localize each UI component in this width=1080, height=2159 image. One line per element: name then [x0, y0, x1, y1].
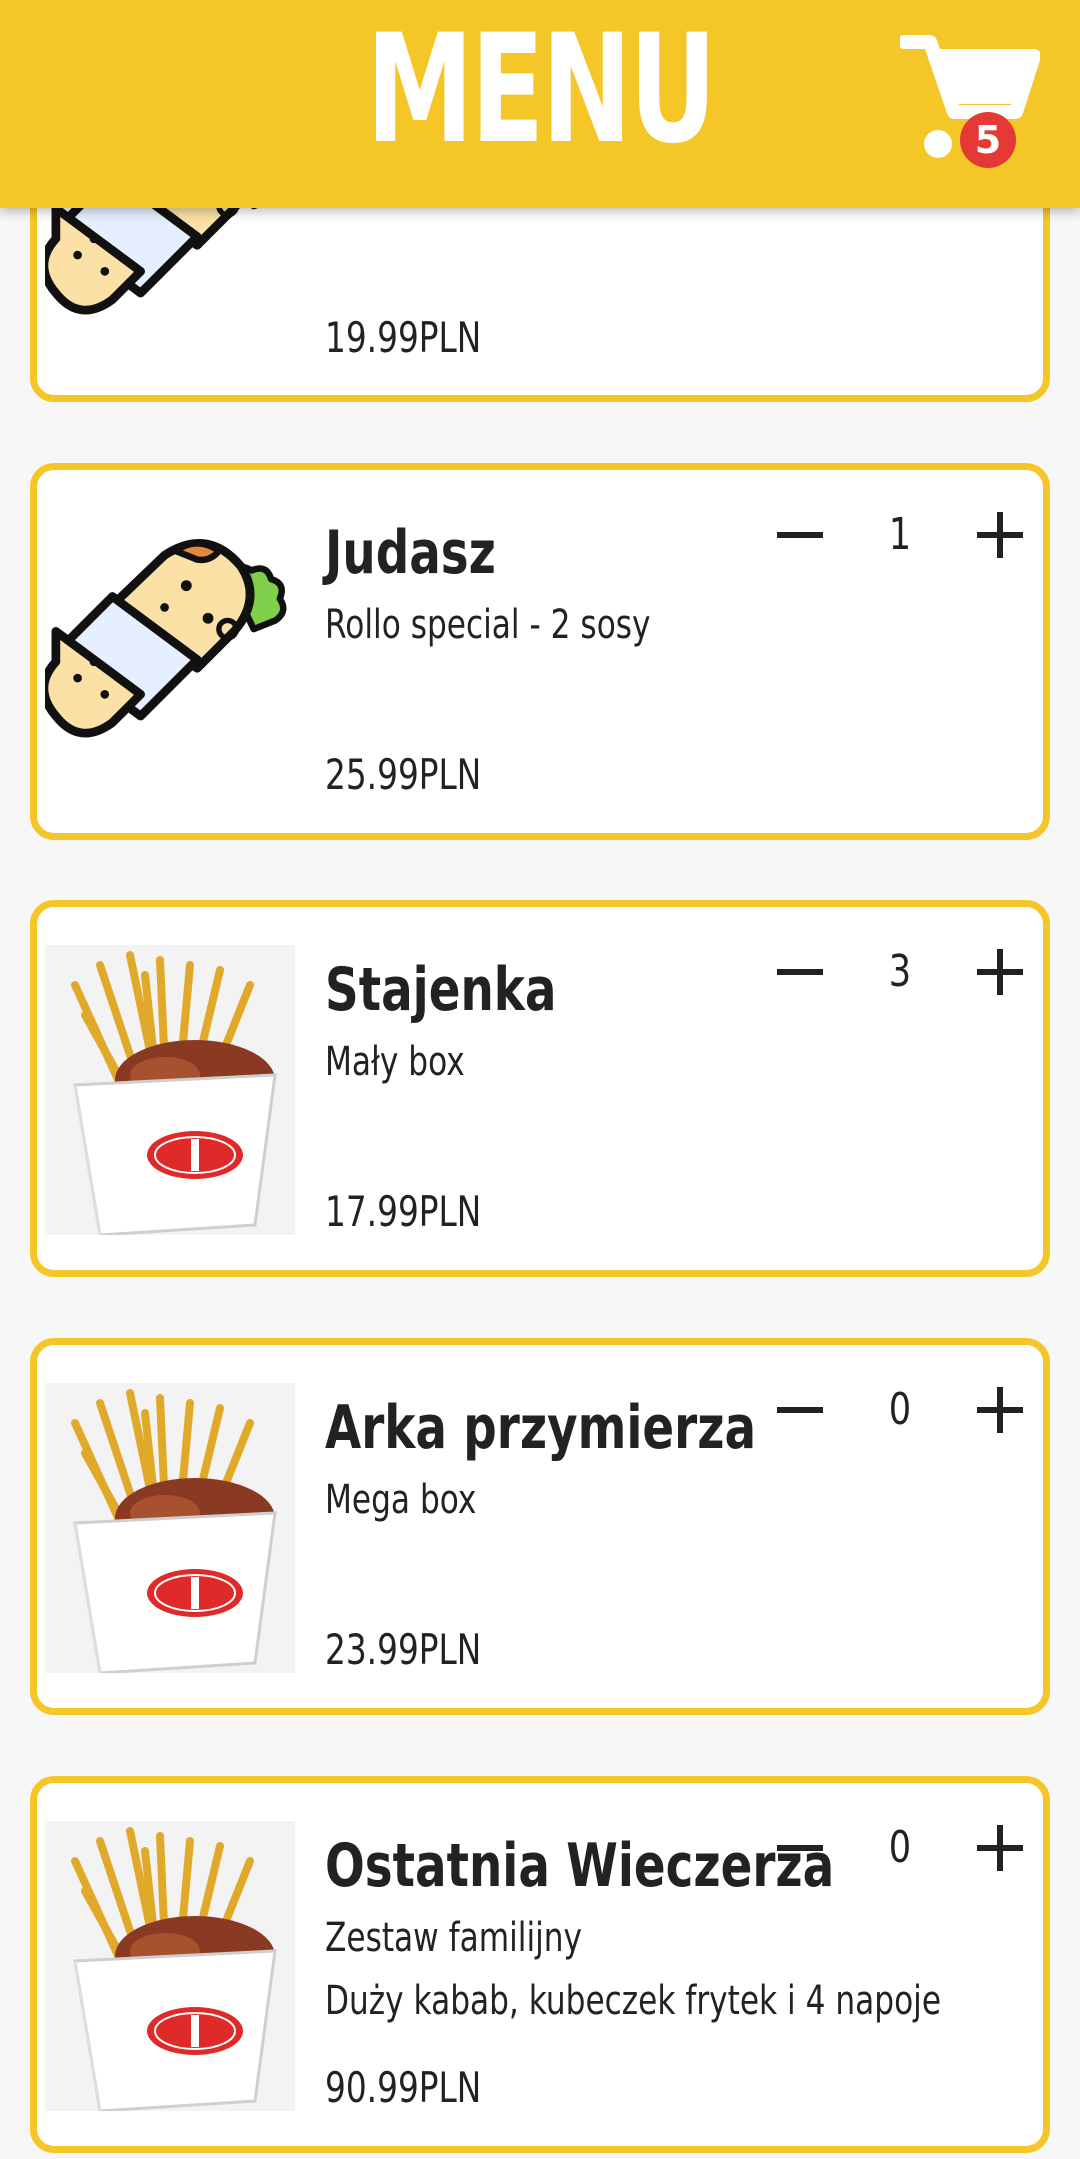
cart-button[interactable]: 5	[900, 32, 1040, 168]
item-price: 90.99PLN	[325, 2063, 482, 2112]
item-description: Rollo special - 2 sosy	[325, 602, 651, 648]
kebab-box-photo	[45, 945, 295, 1235]
cart-count-badge: 5	[960, 112, 1016, 168]
minus-icon[interactable]	[765, 500, 835, 570]
menu-item-card[interactable]: Ostatnia Wieczerza Zestaw familijny Duży…	[30, 1776, 1050, 2153]
item-price: 17.99PLN	[325, 1187, 482, 1236]
quantity-stepper[interactable]: 1	[765, 500, 1035, 570]
minus-icon[interactable]	[765, 1375, 835, 1445]
item-price: 23.99PLN	[325, 1625, 482, 1674]
plus-icon[interactable]	[965, 1813, 1035, 1883]
minus-icon[interactable]	[765, 1813, 835, 1883]
item-description: Mega box	[325, 1477, 477, 1523]
plus-icon[interactable]	[965, 500, 1035, 570]
item-quantity: 3	[888, 946, 912, 997]
wrap-icon	[45, 525, 295, 755]
item-quantity: 0	[888, 1384, 912, 1435]
item-name: Ostatnia Wieczerza	[325, 1831, 835, 1901]
item-price: 25.99PLN	[325, 750, 482, 799]
item-quantity: 0	[888, 1822, 912, 1873]
menu-item-card[interactable]: Stajenka Mały box 17.99PLN 3	[30, 900, 1050, 1277]
quantity-stepper[interactable]: 3	[765, 937, 1035, 1007]
app-header: MENU 5	[0, 0, 1080, 208]
plus-icon[interactable]	[965, 1375, 1035, 1445]
item-price: 19.99PLN	[325, 313, 482, 362]
page-title: MENU	[366, 3, 717, 177]
quantity-stepper[interactable]: 0	[765, 1813, 1035, 1883]
item-name: Stajenka	[325, 955, 557, 1025]
menu-item-card[interactable]: Judasz Rollo special - 2 sosy 25.99PLN 1	[30, 463, 1050, 840]
plus-icon[interactable]	[965, 937, 1035, 1007]
kebab-box-photo	[45, 1383, 295, 1673]
item-description: Zestaw familijny	[325, 1915, 583, 1961]
item-name: Judasz	[325, 518, 496, 588]
item-quantity: 1	[888, 509, 912, 560]
item-description-details: Duży kabab, kubeczek frytek i 4 napoje	[325, 1978, 942, 2024]
minus-icon[interactable]	[765, 937, 835, 1007]
item-description: Mały box	[325, 1039, 465, 1085]
menu-item-card[interactable]: Arka przymierza Mega box 23.99PLN 0	[30, 1338, 1050, 1715]
quantity-stepper[interactable]: 0	[765, 1375, 1035, 1445]
item-name: Arka przymierza	[325, 1393, 757, 1463]
kebab-box-photo	[45, 1821, 295, 2111]
